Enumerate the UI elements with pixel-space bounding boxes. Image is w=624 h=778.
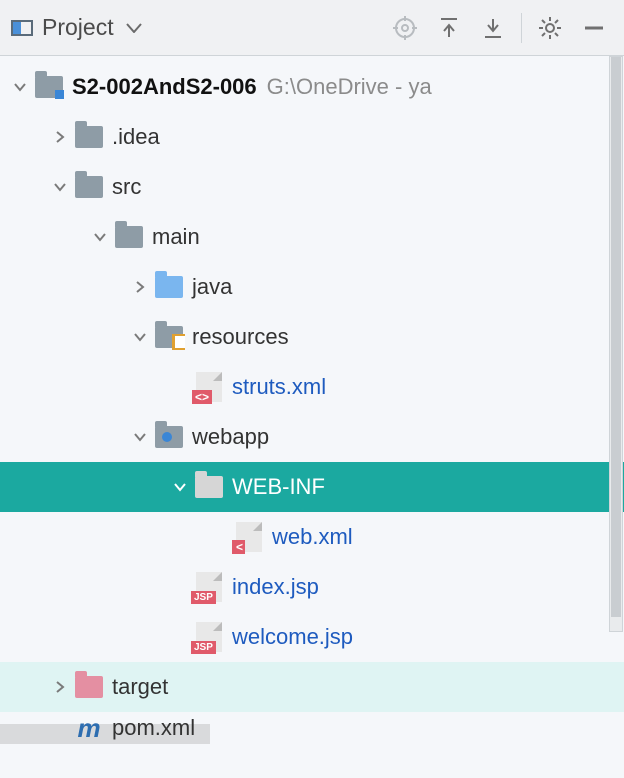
vertical-scrollbar[interactable]	[609, 56, 623, 632]
source-folder-icon	[152, 276, 186, 298]
expand-all-icon[interactable]	[427, 6, 471, 50]
folder-icon	[192, 476, 226, 498]
toolbar-divider	[521, 13, 522, 43]
tree-row-webinf[interactable]: WEB-INF	[0, 462, 624, 512]
project-toolbar: Project	[0, 0, 624, 56]
web-xml-file-icon	[232, 522, 266, 552]
chevron-down-icon[interactable]	[48, 180, 72, 194]
tree-row-root[interactable]: S2-002AndS2-006 G:\OneDrive - ya	[0, 62, 624, 112]
jsp-file-icon	[192, 572, 226, 602]
chevron-right-icon[interactable]	[48, 130, 72, 144]
xml-file-icon	[192, 372, 226, 402]
project-pane-icon	[8, 18, 36, 38]
hide-panel-icon[interactable]	[572, 6, 616, 50]
tree-row-struts[interactable]: struts.xml	[0, 362, 624, 412]
idea-label: .idea	[112, 124, 160, 150]
main-label: main	[152, 224, 200, 250]
webapp-folder-icon	[152, 426, 186, 448]
view-mode-chevron-icon[interactable]	[126, 23, 142, 33]
tree-row-src[interactable]: src	[0, 162, 624, 212]
folder-icon	[72, 176, 106, 198]
welcomejsp-label: welcome.jsp	[232, 624, 353, 650]
collapse-all-icon[interactable]	[471, 6, 515, 50]
chevron-down-icon[interactable]	[88, 230, 112, 244]
folder-icon	[112, 226, 146, 248]
resources-folder-icon	[152, 326, 186, 348]
root-path-label: G:\OneDrive - ya	[267, 74, 432, 100]
chevron-right-icon[interactable]	[48, 680, 72, 694]
chevron-right-icon[interactable]	[128, 280, 152, 294]
module-folder-icon	[32, 76, 66, 98]
tree-row-pom[interactable]: m pom.xml	[0, 712, 624, 744]
tree-row-welcomejsp[interactable]: welcome.jsp	[0, 612, 624, 662]
webinf-label: WEB-INF	[232, 474, 325, 500]
tree-row-resources[interactable]: resources	[0, 312, 624, 362]
chevron-down-icon[interactable]	[8, 80, 32, 94]
tree-row-java[interactable]: java	[0, 262, 624, 312]
tree-row-target[interactable]: target	[0, 662, 624, 712]
target-label: target	[112, 674, 168, 700]
chevron-down-icon[interactable]	[168, 480, 192, 494]
tree-row-main[interactable]: main	[0, 212, 624, 262]
tree-row-indexjsp[interactable]: index.jsp	[0, 562, 624, 612]
indexjsp-label: index.jsp	[232, 574, 319, 600]
webxml-label: web.xml	[272, 524, 353, 550]
settings-gear-icon[interactable]	[528, 6, 572, 50]
java-label: java	[192, 274, 232, 300]
tree-row-webxml[interactable]: web.xml	[0, 512, 624, 562]
select-opened-file-icon[interactable]	[383, 6, 427, 50]
scrollbar-thumb[interactable]	[611, 57, 621, 617]
folder-icon	[72, 126, 106, 148]
root-name-label: S2-002AndS2-006	[72, 74, 257, 100]
struts-label: struts.xml	[232, 374, 326, 400]
maven-file-icon: m	[72, 713, 106, 744]
project-tree: S2-002AndS2-006 G:\OneDrive - ya .idea s…	[0, 56, 624, 744]
excluded-folder-icon	[72, 676, 106, 698]
chevron-down-icon[interactable]	[128, 430, 152, 444]
src-label: src	[112, 174, 141, 200]
pom-label: pom.xml	[112, 715, 195, 741]
jsp-file-icon	[192, 622, 226, 652]
webapp-label: webapp	[192, 424, 269, 450]
chevron-down-icon[interactable]	[128, 330, 152, 344]
tree-row-idea[interactable]: .idea	[0, 112, 624, 162]
project-title[interactable]: Project	[42, 14, 114, 41]
resources-label: resources	[192, 324, 289, 350]
tree-row-webapp[interactable]: webapp	[0, 412, 624, 462]
